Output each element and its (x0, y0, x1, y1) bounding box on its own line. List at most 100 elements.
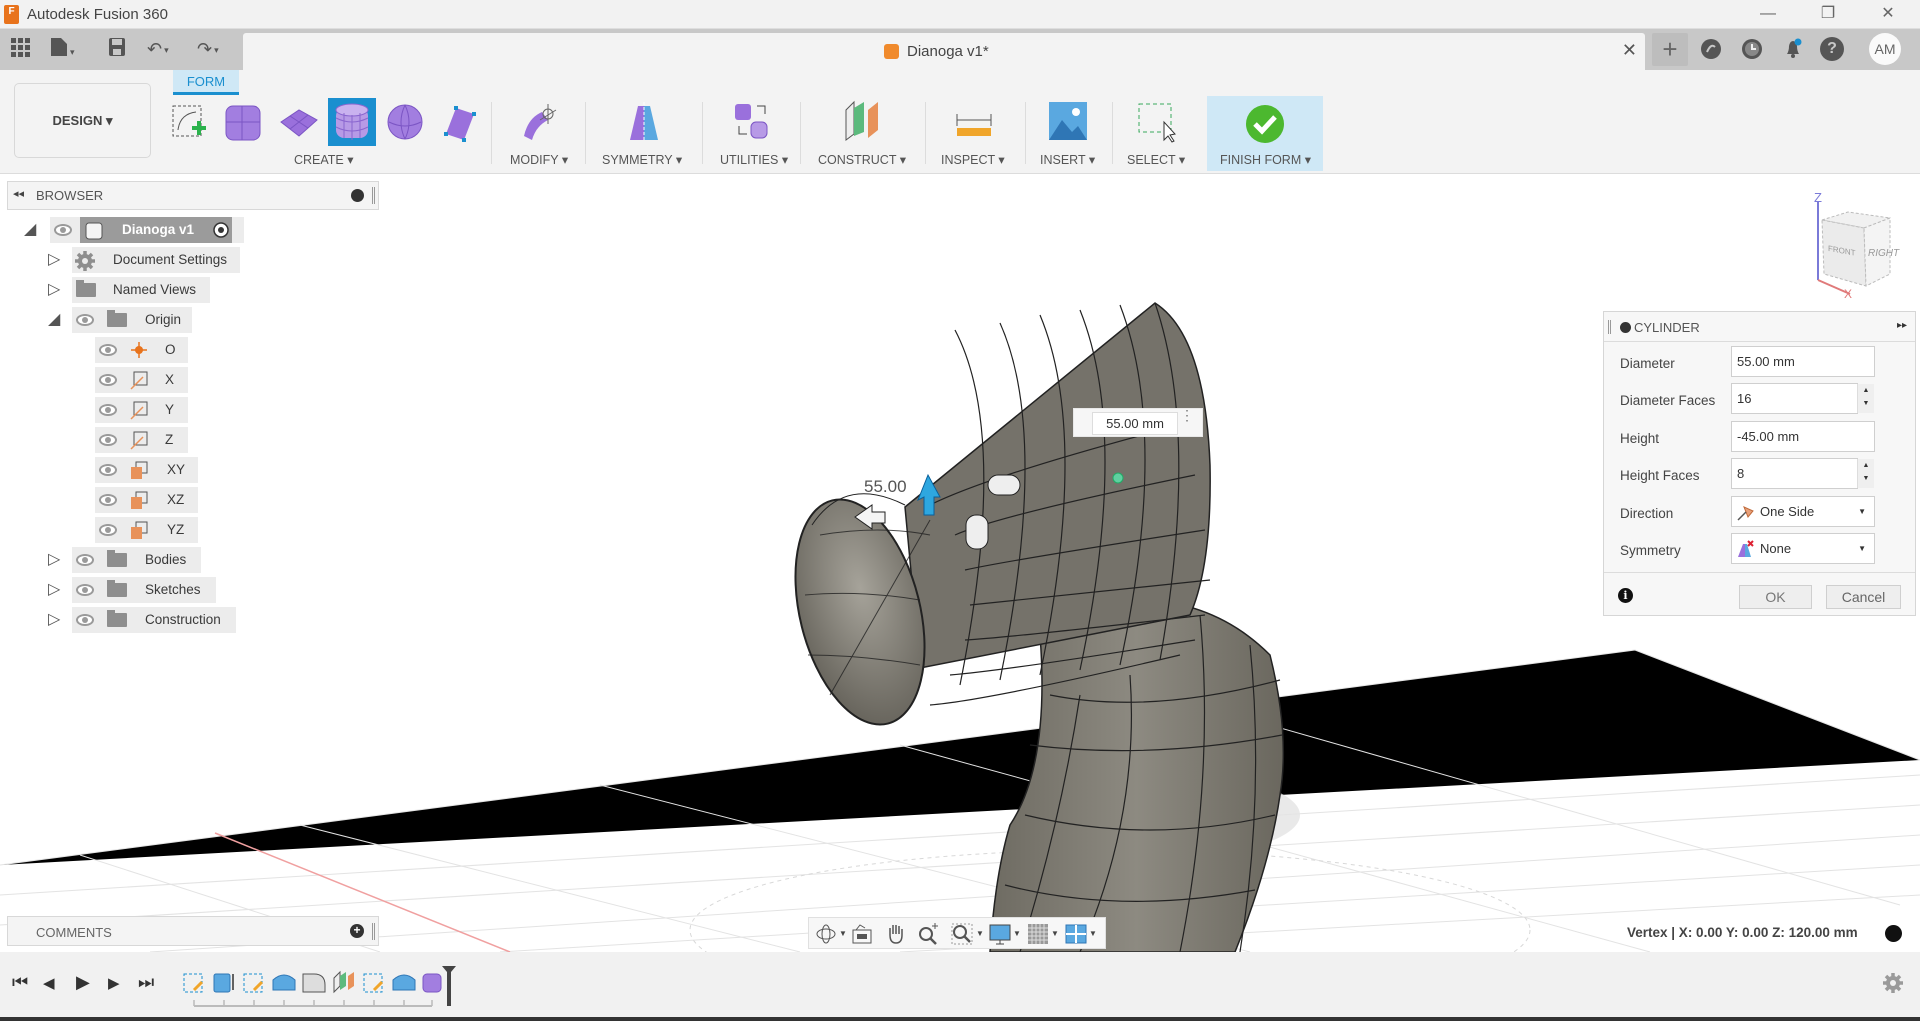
construct-tool[interactable] (842, 100, 886, 144)
select-menu[interactable]: SELECT ▾ (1127, 152, 1185, 167)
new-tab-button[interactable]: + (1652, 33, 1688, 66)
select-tool[interactable] (1136, 100, 1180, 144)
scale-handle-horizontal[interactable] (987, 474, 1021, 496)
activate-radio-icon[interactable] (212, 221, 230, 239)
redo-button[interactable]: ↷ ▾ (197, 37, 219, 61)
construct-menu[interactable]: CONSTRUCT ▾ (818, 152, 906, 167)
collapse-triangle-icon[interactable]: ◢ (24, 221, 38, 239)
visibility-eye-icon[interactable] (76, 614, 94, 626)
look-at-icon[interactable] (851, 923, 873, 945)
extensions-button[interactable] (1697, 35, 1725, 63)
timeline-feature-form[interactable] (392, 974, 416, 991)
timeline-feature-fillet[interactable] (302, 973, 326, 993)
box-tool[interactable] (222, 100, 266, 144)
close-window-button[interactable]: ✕ (1868, 0, 1908, 29)
symmetry-tool[interactable] (622, 100, 666, 144)
plane-tool[interactable] (277, 100, 321, 144)
grid-icon[interactable] (1027, 923, 1049, 945)
modify-menu[interactable]: MODIFY ▾ (510, 152, 568, 167)
scale-handle-vertical[interactable] (965, 514, 989, 550)
drag-grip[interactable] (1608, 320, 1611, 334)
ok-button[interactable]: OK (1739, 585, 1812, 609)
height-input[interactable] (1731, 421, 1875, 452)
data-panel-button[interactable] (10, 37, 30, 61)
visibility-eye-icon[interactable] (99, 434, 117, 446)
diameter-input[interactable] (1731, 346, 1875, 377)
timeline-last-button[interactable]: ⏭ (138, 972, 154, 993)
symmetry-menu[interactable]: SYMMETRY ▾ (602, 152, 682, 167)
viewports-icon[interactable] (1065, 923, 1087, 945)
cancel-button[interactable]: Cancel (1826, 585, 1901, 609)
pan-hand-icon[interactable] (885, 923, 907, 945)
collapse-dialog-icon[interactable] (1620, 322, 1631, 333)
tree-item-yz-plane[interactable]: YZ (95, 517, 198, 543)
document-tab[interactable]: Dianoga v1* ✕ (243, 33, 1645, 70)
visibility-eye-icon[interactable] (76, 554, 94, 566)
expand-dialog-icon[interactable]: ▸▸ (1897, 320, 1907, 331)
user-avatar[interactable]: AM (1869, 33, 1901, 65)
timeline-feature-extrude[interactable] (213, 973, 234, 993)
viewports-caret-icon[interactable]: ▼ (1089, 929, 1097, 938)
utilities-menu[interactable]: UTILITIES ▾ (720, 152, 788, 167)
visibility-eye-icon[interactable] (99, 524, 117, 536)
info-icon[interactable]: i (1618, 588, 1633, 603)
expand-triangle-icon[interactable]: ▷ (48, 551, 62, 569)
tree-item-named-views[interactable]: ▷ Named Views (48, 277, 248, 303)
timeline-play-button[interactable]: ▶ (76, 972, 90, 993)
tree-item-xz-plane[interactable]: XZ (95, 487, 198, 513)
tree-item-origin-point[interactable]: O (95, 337, 190, 363)
direction-select[interactable]: One Side ▼ (1731, 496, 1875, 527)
visibility-eye-icon[interactable] (54, 224, 72, 236)
timeline-feature-construct-plane[interactable] (333, 970, 354, 994)
face-tool[interactable] (438, 100, 482, 144)
fit-caret-icon[interactable]: ▼ (976, 929, 984, 938)
job-status-button[interactable] (1738, 35, 1766, 63)
expand-triangle-icon[interactable]: ▷ (48, 251, 62, 269)
collapse-triangle-icon[interactable]: ◢ (48, 311, 62, 329)
collapse-browser-icon[interactable]: ◂◂ (13, 187, 24, 200)
timeline-feature-sketch[interactable] (363, 973, 384, 993)
tree-item-sketches[interactable]: ▷ Sketches (48, 577, 248, 603)
visibility-eye-icon[interactable] (99, 494, 117, 506)
viewcube[interactable]: Z X FRONT RIGHT (1800, 190, 1910, 301)
expand-triangle-icon[interactable]: ▷ (48, 281, 62, 299)
timeline-feature-sketch[interactable] (243, 973, 264, 993)
help-button[interactable]: ? (1820, 37, 1844, 61)
resize-grip[interactable] (372, 923, 375, 940)
dialog-header[interactable]: CYLINDER ▸▸ (1604, 312, 1915, 342)
visibility-eye-icon[interactable] (76, 314, 94, 326)
restore-button[interactable]: ❐ (1808, 0, 1848, 29)
save-button[interactable] (108, 37, 126, 61)
zoom-icon[interactable] (917, 923, 939, 945)
tree-item-bodies[interactable]: ▷ Bodies (48, 547, 248, 573)
expand-triangle-icon[interactable]: ▷ (48, 611, 62, 629)
orbit-caret-icon[interactable]: ▼ (839, 929, 847, 938)
more-options-icon[interactable]: ⋮ (1180, 408, 1194, 422)
diameter-faces-stepper[interactable]: ▲ ▼ (1857, 384, 1874, 413)
close-tab-button[interactable]: ✕ (1622, 40, 1637, 61)
sphere-tool[interactable] (385, 100, 429, 144)
fit-icon[interactable] (951, 923, 973, 945)
insert-menu[interactable]: INSERT ▾ (1040, 152, 1095, 167)
notifications-button[interactable] (1779, 35, 1807, 63)
visibility-eye-icon[interactable] (99, 464, 117, 476)
visibility-eye-icon[interactable] (99, 374, 117, 386)
tree-item-document-settings[interactable]: ▷ Document Settings (48, 247, 248, 273)
viewcube-right-face[interactable]: RIGHT (1868, 248, 1900, 259)
dimension-input[interactable]: 55.00 mm (1092, 412, 1178, 435)
timeline-feature-sketch[interactable] (183, 973, 204, 993)
tree-item-construction[interactable]: ▷ Construction (48, 607, 248, 633)
tree-item-root[interactable]: ◢ Dianoga v1 (24, 217, 244, 243)
workspace-switcher[interactable]: DESIGN ▾ (14, 83, 151, 158)
expand-triangle-icon[interactable]: ▷ (48, 581, 62, 599)
timeline-settings-gear-icon[interactable] (1882, 972, 1904, 994)
cylinder-tool[interactable] (328, 98, 376, 146)
create-menu[interactable]: CREATE ▾ (294, 152, 354, 167)
visibility-eye-icon[interactable] (76, 584, 94, 596)
timeline-marker[interactable] (442, 966, 456, 1006)
height-faces-input[interactable] (1731, 458, 1858, 489)
modify-tool[interactable] (518, 100, 562, 144)
inspect-menu[interactable]: INSPECT ▾ (941, 152, 1005, 167)
undo-button[interactable]: ↶ ▾ (147, 37, 169, 61)
file-menu-button[interactable]: ▾ (50, 37, 75, 61)
